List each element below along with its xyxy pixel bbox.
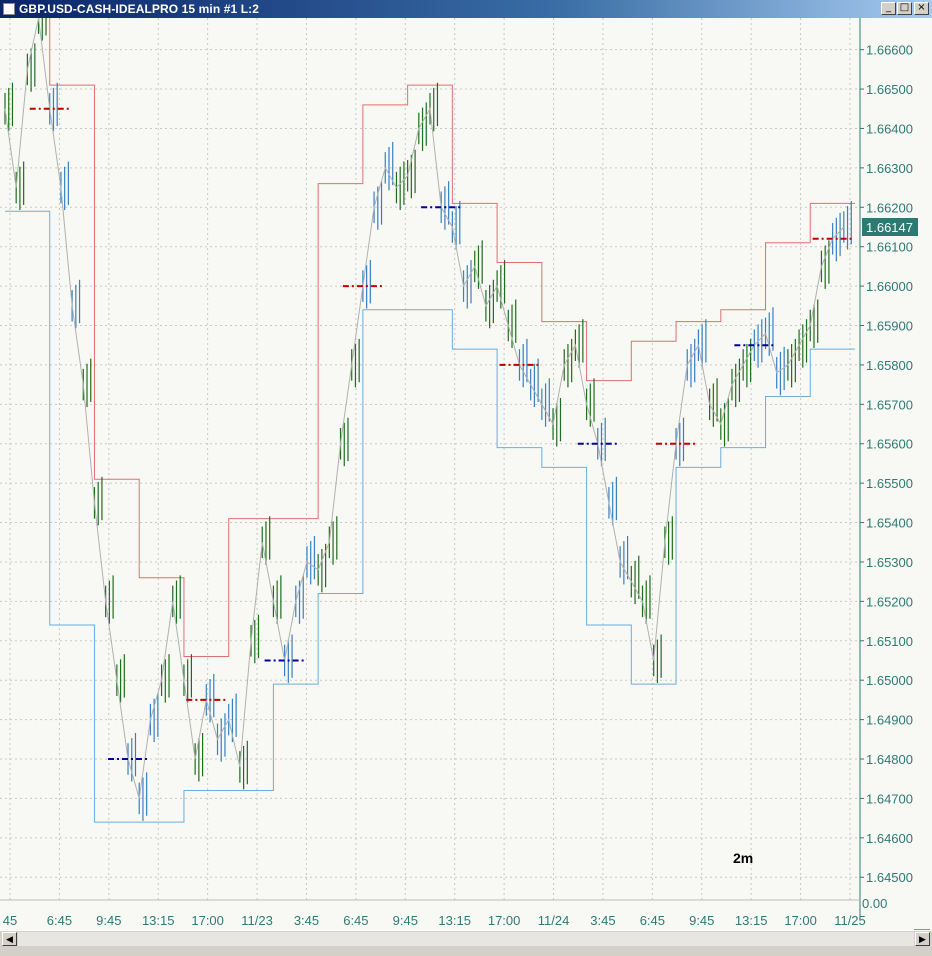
support-channel [5, 210, 855, 823]
y-tick-label: 1.65600 [866, 437, 913, 452]
scroll-left-button[interactable]: ◀ [2, 932, 17, 946]
current-price-label: 1.66147 [866, 220, 913, 235]
chart-canvas[interactable]: 1.66600 1.66500 1.66400 1.66300 1.66200 1.661… [0, 18, 932, 930]
x-tick-label: 9:45 [96, 913, 121, 928]
x-tick-label: 3:45 [590, 913, 615, 928]
horizontal-scrollbar[interactable]: ◀ ▶ [0, 930, 932, 947]
x-tick-label: 11/25 [834, 913, 866, 928]
x-tick-label: 11/23 [241, 913, 273, 928]
x-tick-label: 6:45 [640, 913, 665, 928]
x-tick-label: 13:15 [735, 913, 768, 928]
annotation-2m: 2m [733, 850, 753, 866]
y-tick-label: 1.64500 [866, 870, 913, 885]
y-tick-label: 1.65300 [866, 555, 913, 570]
y-tick-label: 1.66400 [866, 121, 913, 136]
y-tick-label: 1.65500 [866, 476, 913, 491]
y-tick-label: 1.65100 [866, 634, 913, 649]
close-button[interactable]: × [914, 2, 929, 15]
y-tick-label: 1.65200 [866, 594, 913, 609]
window-titlebar: GBP.USD-CASH-IDEALPRO 15 min #1 L:2 _ □ … [0, 0, 932, 18]
indicator-scale-label: 0.00 [862, 896, 887, 911]
channel-lines [5, 18, 855, 823]
y-tick-label: 1.66500 [866, 82, 913, 97]
y-tick-label: 1.65900 [866, 319, 913, 334]
y-axis-ticks: 1.66600 1.66500 1.66400 1.66300 1.66200 1.661… [860, 43, 913, 885]
minimize-button[interactable]: _ [881, 2, 896, 15]
x-tick-label: 3:45 [294, 913, 319, 928]
grid-lines [0, 18, 860, 900]
y-tick-label: 1.66600 [866, 43, 913, 58]
y-tick-label: 1.64700 [866, 791, 913, 806]
x-tick-label: 17:00 [784, 913, 817, 928]
x-tick-label: 13:15 [142, 913, 175, 928]
price-line [4, 18, 845, 799]
y-tick-label: 1.64800 [866, 752, 913, 767]
y-tick-label: 1.65700 [866, 397, 913, 412]
x-tick-label: 11/24 [538, 913, 570, 928]
status-bar [0, 946, 932, 956]
price-chart[interactable]: 1.66600 1.66500 1.66400 1.66300 1.66200 1.661… [0, 18, 932, 946]
app-icon [3, 3, 15, 15]
x-tick-label: 9:45 [689, 913, 714, 928]
y-tick-label: 1.66300 [866, 161, 913, 176]
x-tick-label: 17:00 [191, 913, 224, 928]
scroll-track[interactable] [18, 932, 914, 946]
y-tick-label: 1.65800 [866, 358, 913, 373]
x-tick-label: 9:45 [393, 913, 418, 928]
x-axis-ticks: 45 6:45 9:45 13:15 17:00 11/23 3:45 6:45 9:45 13:… [3, 913, 866, 928]
window-title: GBP.USD-CASH-IDEALPRO 15 min #1 L:2 [19, 2, 259, 16]
y-tick-label: 1.66100 [866, 240, 913, 255]
y-tick-label: 1.64600 [866, 831, 913, 846]
scroll-right-button[interactable]: ▶ [915, 932, 930, 946]
x-tick-label: 13:15 [438, 913, 471, 928]
y-tick-label: 1.64900 [866, 713, 913, 728]
x-tick-label: 45 [3, 913, 17, 928]
candles [4, 18, 852, 821]
x-tick-label: 17:00 [488, 913, 521, 928]
maximize-button[interactable]: □ [897, 2, 912, 15]
x-tick-label: 6:45 [343, 913, 368, 928]
y-tick-label: 1.66200 [866, 200, 913, 215]
y-tick-label: 1.65000 [866, 673, 913, 688]
x-tick-label: 6:45 [47, 913, 72, 928]
y-tick-label: 1.65400 [866, 516, 913, 531]
y-tick-label: 1.66000 [866, 279, 913, 294]
